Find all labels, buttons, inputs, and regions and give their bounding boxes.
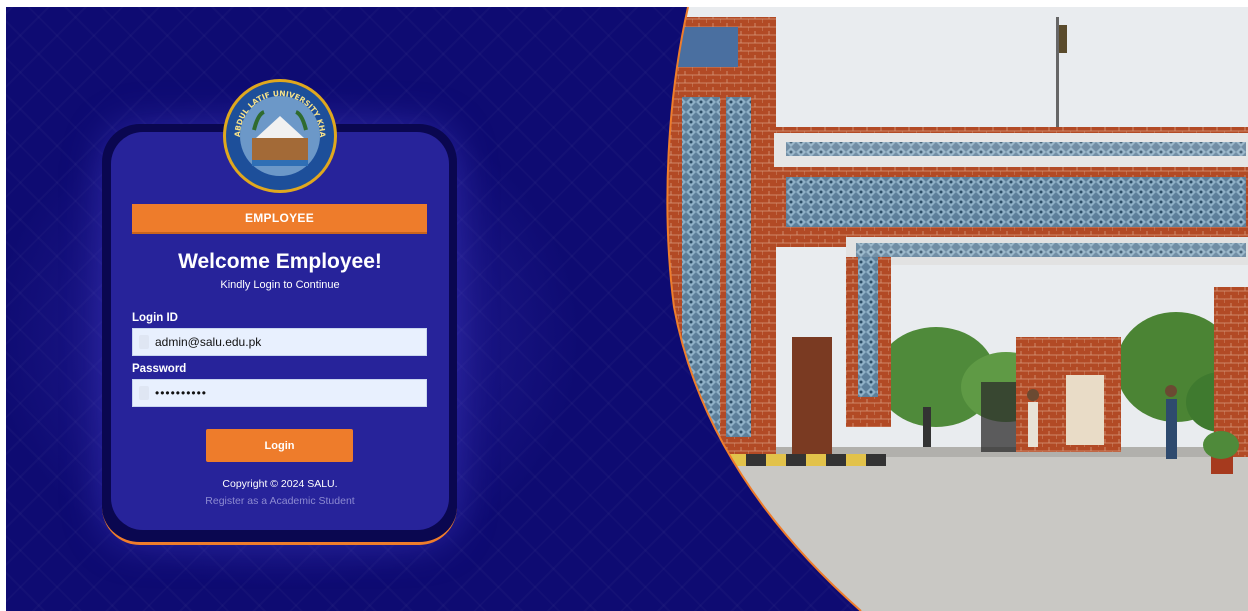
login-button[interactable]: Login: [206, 429, 353, 462]
autofill-key-icon: [139, 386, 149, 400]
welcome-subtitle: Kindly Login to Continue: [220, 279, 340, 291]
register-student-link[interactable]: Register as a Academic Student: [111, 495, 449, 507]
university-seal-icon: SHAH ABDUL LATIF UNIVERSITY KHAIRPUR: [222, 78, 337, 193]
password-value: ••••••••••: [155, 386, 208, 400]
login-id-value: admin@salu.edu.pk: [155, 335, 262, 349]
login-id-label: Login ID: [132, 312, 178, 324]
welcome-title: Welcome Employee!: [178, 250, 382, 273]
login-screen: SHAH ABDUL LATIF UNIVERSITY KHAIRPUR EMP…: [6, 7, 1248, 611]
role-tab-employee[interactable]: EMPLOYEE: [132, 204, 427, 234]
password-label: Password: [132, 363, 187, 375]
login-id-input[interactable]: admin@salu.edu.pk: [132, 328, 427, 356]
copyright-text: Copyright © 2024 SALU.: [222, 478, 338, 490]
autofill-key-icon: [139, 335, 149, 349]
password-input[interactable]: ••••••••••: [132, 379, 427, 407]
